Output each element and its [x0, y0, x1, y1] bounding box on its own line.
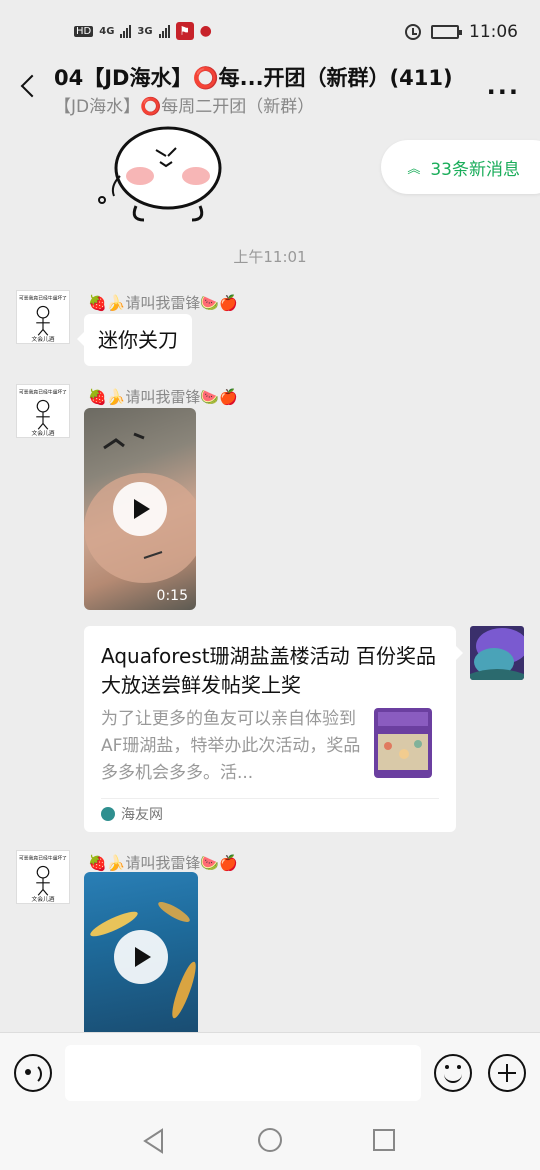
link-card-description: 为了让更多的鱼友可以亲自体验到AF珊湖盐，特举办此次活动，奖品多多机会多多。活.…: [101, 709, 361, 783]
video-message[interactable]: [84, 872, 198, 1032]
avatar[interactable]: 可恶我竟已经牛逼坏了 文会儿酒: [16, 384, 70, 438]
new-messages-button[interactable]: ︽ 33条新消息: [381, 140, 540, 194]
signal-2-icon: [158, 24, 170, 38]
source-logo-icon: [101, 807, 115, 821]
chat-subtitle: 【JD海水】⭕每周二开团（新群）: [54, 97, 315, 117]
status-bar: HD 4G 3G ⚑ ● 11:06: [0, 0, 540, 62]
hd-badge: HD: [74, 25, 94, 37]
link-card-source-label: 海友网: [121, 807, 163, 823]
emoji-icon[interactable]: [434, 1054, 472, 1092]
back-icon[interactable]: [16, 72, 42, 102]
more-icon[interactable]: ...: [487, 72, 520, 100]
play-icon[interactable]: [114, 930, 168, 984]
sender-name: 🍓🍌请叫我雷锋🍉🍎: [88, 854, 238, 872]
clock: 11:06: [469, 22, 518, 42]
avatar[interactable]: 可恶我竟已经牛逼坏了 文会儿酒: [16, 850, 70, 904]
self-avatar[interactable]: [470, 626, 524, 680]
voice-icon[interactable]: [14, 1054, 52, 1092]
system-nav-bar: [0, 1112, 540, 1170]
chat-area[interactable]: ︽ 33条新消息 上午11:01 可恶我竟已经牛逼坏了 文会儿酒 🍓🍌请叫我雷锋…: [0, 118, 540, 1032]
avatar-footer: 文会儿酒: [31, 429, 54, 437]
alarm-icon: [405, 24, 421, 40]
link-card-divider: [101, 798, 439, 799]
video-duration: 0:15: [156, 588, 188, 604]
battery-icon: [431, 25, 462, 39]
sender-name: 🍓🍌请叫我雷锋🍉🍎: [88, 388, 238, 406]
sim2-label: 3G: [137, 25, 153, 37]
avatar-caption: 可恶我竟已经牛逼坏了: [19, 855, 67, 862]
play-icon[interactable]: [113, 482, 167, 536]
message-bubble[interactable]: 迷你关刀: [77, 314, 192, 366]
status-left: HD 4G 3G ⚑ ●: [74, 22, 212, 40]
sticker-image[interactable]: [96, 118, 230, 224]
sim1-label: 4G: [99, 25, 115, 37]
chat-header: 04【JD海水】⭕每...开团（新群）(411) 【JD海水】⭕每周二开团（新群…: [0, 62, 540, 118]
sender-name: 🍓🍌请叫我雷锋🍉🍎: [88, 294, 238, 312]
video-message[interactable]: 0:15: [84, 408, 196, 610]
message-input[interactable]: [65, 1045, 421, 1101]
link-card-title: Aquaforest珊湖盐盖楼活动 百份奖品大放送尝鲜发帖奖上奖: [101, 644, 436, 697]
nav-home-icon[interactable]: [257, 1127, 283, 1153]
link-card-source: 海友网: [101, 804, 163, 824]
plus-icon[interactable]: [488, 1054, 526, 1092]
location-pin-icon: ●: [199, 23, 212, 39]
signal-icon: [120, 24, 132, 38]
status-right: 11:06: [405, 22, 518, 42]
input-bar: [0, 1032, 540, 1112]
chat-title: 04【JD海水】⭕每...开团（新群）(411): [54, 66, 453, 90]
avatar-footer: 文会儿酒: [31, 335, 54, 343]
link-card[interactable]: Aquaforest珊湖盐盖楼活动 百份奖品大放送尝鲜发帖奖上奖 为了让更多的鱼…: [84, 626, 463, 832]
avatar-caption: 可恶我竟已经牛逼坏了: [19, 295, 67, 302]
avatar-caption: 可恶我竟已经牛逼坏了: [19, 389, 67, 396]
app-notification-icon: ⚑: [175, 22, 194, 40]
nav-recent-icon[interactable]: [372, 1128, 396, 1152]
message-timestamp: 上午11:01: [233, 248, 307, 266]
avatar-footer: 文会儿酒: [31, 895, 54, 903]
double-chevron-up-icon: ︽: [407, 161, 421, 177]
new-messages-label: 33条新消息: [430, 159, 520, 180]
link-card-thumbnail: [374, 708, 432, 778]
avatar[interactable]: 可恶我竟已经牛逼坏了 文会儿酒: [16, 290, 70, 344]
